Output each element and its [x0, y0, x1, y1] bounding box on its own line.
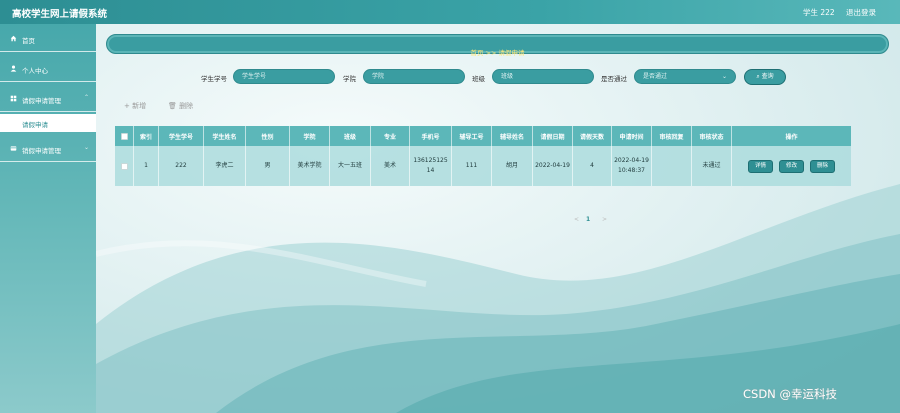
approved-select[interactable]: 是否通过 ⌄	[634, 69, 736, 84]
cell-major: 美术	[371, 146, 410, 186]
next-page-button[interactable]: >	[602, 216, 607, 223]
header-cell: 审核回复	[652, 126, 692, 146]
breadcrumb: 首页 >> 请假申请	[106, 34, 889, 57]
approved-select-value: 是否通过	[643, 73, 668, 80]
cell-college: 美术学院	[290, 146, 330, 186]
class-label: 班级	[472, 75, 485, 83]
header-cell: 性别	[246, 126, 290, 146]
header-cell: 请假日期	[533, 126, 573, 146]
sidebar-item-label: 个人中心	[22, 67, 48, 75]
header-cell: 操作	[785, 133, 798, 141]
cell-counselor-no: 111	[452, 146, 492, 186]
delete-button[interactable]: 🗑 删除	[168, 101, 193, 111]
select-all-cell	[115, 126, 134, 146]
user-label: 学生 222	[803, 8, 835, 17]
sidebar-item-leave-management[interactable]: 请假申请管理 ⌃	[0, 86, 96, 112]
class-input[interactable]: 班级	[492, 69, 594, 84]
cell-student-name: 李虎二	[204, 146, 246, 186]
header-cell: 申请时间	[612, 126, 652, 146]
watermark: CSDN @幸运科技	[743, 387, 837, 401]
sidebar-item-label: 销假申请管理	[22, 147, 61, 155]
cell-phone: 13612512514	[410, 146, 452, 186]
row-delete-button[interactable]: 删除	[810, 159, 836, 173]
approved-label: 是否通过	[601, 75, 627, 83]
student-no-input[interactable]: 学生学号	[233, 69, 335, 84]
header-cell: 学生姓名	[204, 126, 246, 146]
college-input[interactable]: 学院	[363, 69, 465, 84]
grid-icon	[10, 95, 17, 102]
chevron-down-icon: ⌄	[84, 144, 90, 151]
search-button[interactable]: ⌕ 查询	[744, 69, 786, 85]
trash-icon: 🗑	[168, 102, 177, 110]
student-no-label: 学生学号	[201, 75, 227, 83]
row-checkbox[interactable]	[120, 162, 128, 170]
breadcrumb-current: 请假申请	[498, 49, 525, 57]
cell-leave-date: 2022-04-19	[533, 146, 573, 186]
table-header-row: 索引 学生学号 学生姓名 性别 学院 班级 专业 手机号 辅导工号 辅导姓名 请…	[115, 126, 851, 146]
sidebar-item-label: 请假申请管理	[22, 97, 61, 105]
sidebar-item-return-management[interactable]: 销假申请管理 ⌄	[0, 136, 96, 162]
top-bar: 高校学生网上请假系统 学生 222 退出登录	[0, 0, 900, 24]
add-button[interactable]: + 新增	[124, 101, 146, 111]
detail-button[interactable]: 详情	[747, 159, 773, 173]
breadcrumb-home[interactable]: 首页	[470, 49, 483, 57]
cell-student-no: 222	[159, 146, 204, 186]
header-cell: 专业	[371, 126, 410, 146]
cell-reply	[652, 146, 692, 186]
sidebar-item-label: 首页	[22, 37, 35, 45]
cell-apply-time: 2022-04-19 10:48:37	[612, 146, 652, 186]
cell-counselor-name: 胡月	[492, 146, 533, 186]
logout-link[interactable]: 退出登录	[846, 7, 876, 18]
header-cell: 辅导工号	[452, 126, 492, 146]
header-cell: 索引	[134, 126, 159, 146]
table-row: 1 222 李虎二 男 美术学院 大一五班 美术 13612512514 111…	[115, 146, 851, 186]
breadcrumb-separator: >>	[485, 49, 497, 57]
edit-button[interactable]: 修改	[778, 159, 804, 173]
user-icon	[10, 65, 17, 72]
card-icon	[10, 146, 17, 151]
search-icon: ⌕	[756, 73, 760, 80]
app-title: 高校学生网上请假系统	[12, 9, 108, 20]
cell-status: 未通过	[692, 146, 732, 186]
header-cell: 审核状态	[692, 126, 732, 146]
header-cell: 学院	[290, 126, 330, 146]
plus-icon: +	[124, 102, 130, 110]
header-cell: 班级	[330, 126, 371, 146]
college-label: 学院	[343, 75, 356, 83]
cell-index: 1	[134, 146, 159, 186]
main-content: 首页 >> 请假申请 学生学号 学生学号 学院 学院 班级 班级 是否通过 是否…	[96, 24, 900, 413]
page-number[interactable]: 1	[586, 216, 590, 223]
chevron-up-icon: ⌃	[84, 94, 90, 101]
header-cell: 请假天数	[573, 126, 612, 146]
cell-class: 大一五班	[330, 146, 371, 186]
sidebar-subitem-label: 请假申请	[22, 121, 48, 129]
cell-actions: 详情 修改 删除	[732, 146, 851, 186]
header-cell: 辅导姓名	[492, 126, 533, 146]
sidebar-subitem-leave-request[interactable]: 请假申请	[0, 114, 96, 132]
chevron-down-icon: ⌄	[721, 73, 727, 80]
sidebar-item-home[interactable]: 首页	[0, 26, 96, 52]
header-cell: 手机号	[410, 126, 452, 146]
row-select-cell	[115, 146, 134, 186]
select-all-checkbox[interactable]	[120, 132, 128, 140]
cell-gender: 男	[246, 146, 290, 186]
home-icon	[10, 35, 17, 42]
cell-days: 4	[573, 146, 612, 186]
sidebar: 首页 个人中心 请假申请管理 ⌃ 请假申请 销假申请管理 ⌄	[0, 24, 96, 413]
header-cell: 学生学号	[159, 126, 204, 146]
prev-page-button[interactable]: <	[574, 216, 579, 223]
sidebar-item-profile[interactable]: 个人中心	[0, 56, 96, 82]
